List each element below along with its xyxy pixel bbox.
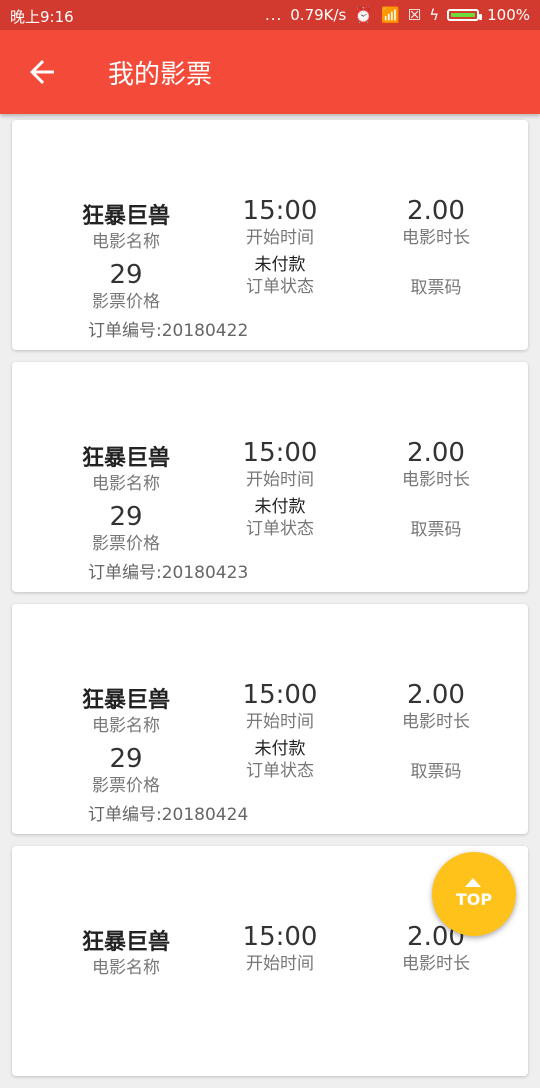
top-label: TOP (455, 890, 493, 909)
ticket-code-label: 取票码 (410, 520, 462, 540)
ticket-price-label: 影票价格 (92, 534, 160, 554)
movie-name: 狂暴巨兽 (81, 446, 170, 471)
back-arrow-icon (30, 60, 54, 84)
start-time-column: 15:00 开始时间 未付款 订单状态 (220, 680, 340, 783)
status-icons: ... 0.79K/s ⏰ 📶 ☒ ϟ 100% (265, 6, 530, 24)
start-time: 15:00 (242, 196, 318, 226)
movie-duration: 2.00 (407, 196, 465, 226)
movie-name-label: 电影名称 (92, 716, 160, 736)
back-button[interactable] (24, 54, 60, 90)
ticket-price: 29 (109, 744, 143, 774)
order-status-label: 订单状态 (246, 761, 314, 781)
more-dots: ... (264, 6, 283, 24)
order-number: 订单编号:20180423 (88, 563, 249, 583)
ticket-card[interactable]: 狂暴巨兽 电影名称 29 影票价格 15:00 开始时间 未付款 订单状态 2.… (12, 604, 528, 834)
scroll-to-top-button[interactable]: TOP (432, 852, 516, 936)
ticket-code-label: 取票码 (410, 278, 462, 298)
status-bar: 晚上9:16 ... 0.79K/s ⏰ 📶 ☒ ϟ 100% (0, 0, 540, 30)
movie-duration: 2.00 (407, 680, 465, 710)
up-arrow-icon (465, 878, 481, 887)
ticket-card[interactable]: 狂暴巨兽 电影名称 29 影票价格 15:00 开始时间 未付款 订单状态 2.… (12, 362, 528, 592)
sim-icon: ☒ (407, 6, 422, 24)
movie-name-column: 狂暴巨兽 电影名称 29 影票价格 (66, 682, 186, 798)
movie-duration-label: 电影时长 (402, 712, 470, 732)
start-time: 15:00 (242, 438, 318, 468)
movie-name-label: 电影名称 (92, 474, 160, 494)
ticket-price-label: 影票价格 (92, 292, 160, 312)
ticket-card[interactable]: 狂暴巨兽 电影名称 29 影票价格 15:00 开始时间 未付款 订单状态 2.… (12, 120, 528, 350)
duration-column: 2.00 电影时长 取票码 (376, 196, 496, 300)
ticket-code-label: 取票码 (410, 762, 462, 782)
movie-duration: 2.00 (407, 438, 465, 468)
app-bar: 我的影票 (0, 30, 540, 114)
order-status-label: 订单状态 (246, 277, 314, 297)
status-time: 晚上9:16 (10, 8, 74, 26)
movie-name-column: 狂暴巨兽 电影名称 29 影票价格 (66, 198, 186, 314)
movie-name: 狂暴巨兽 (81, 688, 170, 713)
movie-name-column: 狂暴巨兽 电影名称 (66, 924, 186, 980)
start-time-label: 开始时间 (246, 712, 314, 732)
movie-duration-label: 电影时长 (402, 228, 470, 248)
battery-percent: 100% (487, 6, 530, 24)
start-time: 15:00 (242, 680, 318, 710)
start-time-label: 开始时间 (246, 470, 314, 490)
duration-column: 2.00 电影时长 取票码 (376, 438, 496, 542)
duration-column: 2.00 电影时长 取票码 (376, 680, 496, 784)
ticket-price-label: 影票价格 (92, 776, 160, 796)
movie-name-label: 电影名称 (92, 232, 160, 252)
movie-name: 狂暴巨兽 (81, 930, 170, 955)
order-number: 订单编号:20180424 (88, 805, 249, 825)
wifi-icon: 📶 (381, 6, 400, 24)
ticket-list: 狂暴巨兽 电影名称 29 影票价格 15:00 开始时间 未付款 订单状态 2.… (12, 120, 528, 1088)
movie-name: 狂暴巨兽 (81, 204, 170, 229)
order-status-label: 订单状态 (246, 519, 314, 539)
page-title: 我的影票 (108, 60, 213, 90)
ticket-price: 29 (109, 260, 143, 290)
movie-duration-label: 电影时长 (402, 470, 470, 490)
start-time-column: 15:00 开始时间 未付款 订单状态 (220, 196, 340, 299)
start-time-column: 15:00 开始时间 (220, 922, 340, 976)
order-number: 订单编号:20180422 (88, 321, 249, 341)
movie-name-column: 狂暴巨兽 电影名称 29 影票价格 (66, 440, 186, 556)
order-status: 未付款 (254, 497, 306, 517)
alarm-icon: ⏰ (354, 6, 374, 24)
battery-level (451, 13, 476, 17)
network-speed: 0.79K/s (290, 6, 347, 24)
order-status: 未付款 (254, 739, 306, 759)
charging-icon: ϟ (429, 6, 440, 24)
start-time-label: 开始时间 (246, 954, 314, 974)
battery-icon (447, 9, 483, 21)
start-time-label: 开始时间 (246, 228, 314, 248)
start-time: 15:00 (242, 922, 318, 952)
ticket-price: 29 (109, 502, 143, 532)
order-status: 未付款 (254, 255, 306, 275)
start-time-column: 15:00 开始时间 未付款 订单状态 (220, 438, 340, 541)
movie-duration-label: 电影时长 (402, 954, 470, 974)
